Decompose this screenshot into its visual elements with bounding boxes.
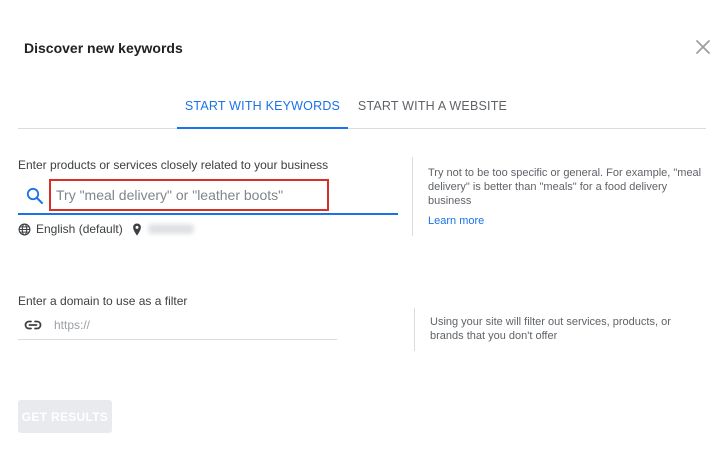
vertical-divider	[414, 308, 415, 351]
domain-input-container	[18, 312, 337, 340]
keywords-input-container	[18, 179, 398, 215]
link-icon	[24, 320, 42, 330]
location-pin-icon[interactable]	[132, 222, 142, 236]
close-icon[interactable]	[693, 37, 713, 57]
tab-bar: START WITH KEYWORDS START WITH A WEBSITE	[18, 88, 706, 129]
dialog-title: Discover new keywords	[24, 40, 183, 56]
keywords-help-text: Try not to be too specific or general. F…	[428, 167, 702, 207]
location-selector[interactable]	[147, 224, 194, 234]
learn-more-link[interactable]: Learn more	[428, 215, 484, 227]
search-icon	[26, 187, 43, 204]
domain-label: Enter a domain to use as a filter	[18, 294, 188, 308]
domain-input[interactable]	[48, 314, 328, 336]
language-selector[interactable]: English (default)	[36, 222, 123, 236]
tab-start-with-keywords[interactable]: START WITH KEYWORDS	[177, 88, 348, 129]
vertical-divider	[412, 157, 413, 236]
keywords-input[interactable]	[49, 179, 329, 211]
discover-keywords-dialog: Discover new keywords START WITH KEYWORD…	[0, 0, 722, 474]
keywords-label: Enter products or services closely relat…	[18, 158, 329, 172]
language-location-row: English (default)	[18, 221, 194, 237]
tab-start-with-website[interactable]: START WITH A WEBSITE	[353, 88, 512, 128]
get-results-button[interactable]: GET RESULTS	[18, 400, 112, 433]
globe-icon[interactable]	[18, 223, 31, 236]
domain-help-text: Using your site will filter out services…	[430, 316, 671, 342]
